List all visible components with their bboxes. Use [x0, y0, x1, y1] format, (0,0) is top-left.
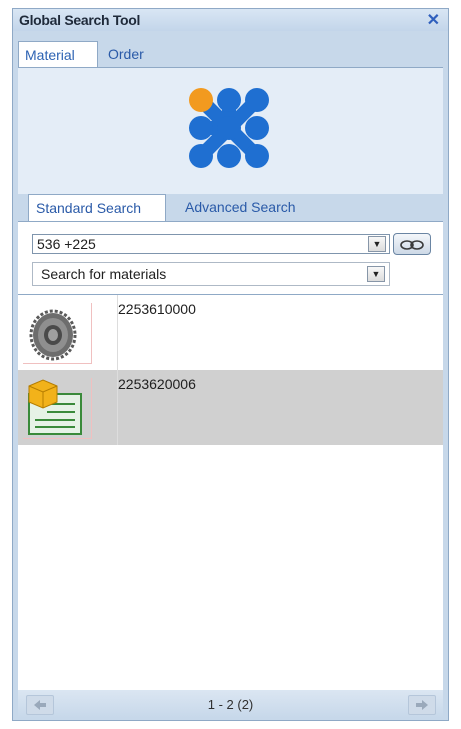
next-page-button[interactable]	[408, 695, 436, 715]
results-list: 2253610000 2253620006	[18, 294, 443, 690]
material-document-icon	[28, 379, 82, 435]
logo-area	[18, 67, 443, 194]
result-id: 2253610000	[118, 301, 196, 317]
search-scope-select[interactable]: Search for materials ▼	[32, 262, 390, 286]
tab-advanced-search[interactable]: Advanced Search	[178, 194, 318, 221]
result-thumbnail	[23, 303, 92, 364]
global-search-window: Global Search Tool ✕ Material Order Stan…	[12, 8, 449, 721]
gear-part-icon	[29, 309, 77, 361]
title-bar: Global Search Tool ✕	[13, 9, 448, 31]
tab-standard-search[interactable]: Standard Search	[28, 194, 166, 221]
query-history-dropdown-button[interactable]: ▼	[368, 236, 386, 252]
result-id: 2253620006	[118, 376, 196, 392]
result-row[interactable]: 2253610000	[18, 295, 443, 370]
close-icon[interactable]: ✕	[427, 10, 440, 30]
binoculars-icon	[400, 240, 424, 250]
arrow-right-icon	[416, 700, 428, 710]
window-title: Global Search Tool	[19, 12, 141, 28]
app-logo-icon	[189, 88, 269, 168]
pager-bar: 1 - 2 (2)	[18, 690, 443, 718]
result-row[interactable]: 2253620006	[18, 370, 443, 445]
tab-material[interactable]: Material	[18, 41, 98, 67]
scope-dropdown-button[interactable]: ▼	[367, 266, 385, 282]
result-thumbnail	[23, 378, 92, 439]
tab-order[interactable]: Order	[102, 41, 162, 67]
search-panel: ▼ Search for materials ▼	[18, 221, 443, 302]
search-scope-value: Search for materials	[41, 266, 167, 282]
search-tabs: Standard Search Advanced Search	[18, 194, 443, 221]
page-info: 1 - 2 (2)	[207, 697, 254, 712]
search-button[interactable]	[393, 233, 431, 255]
search-query-input[interactable]	[32, 234, 390, 254]
